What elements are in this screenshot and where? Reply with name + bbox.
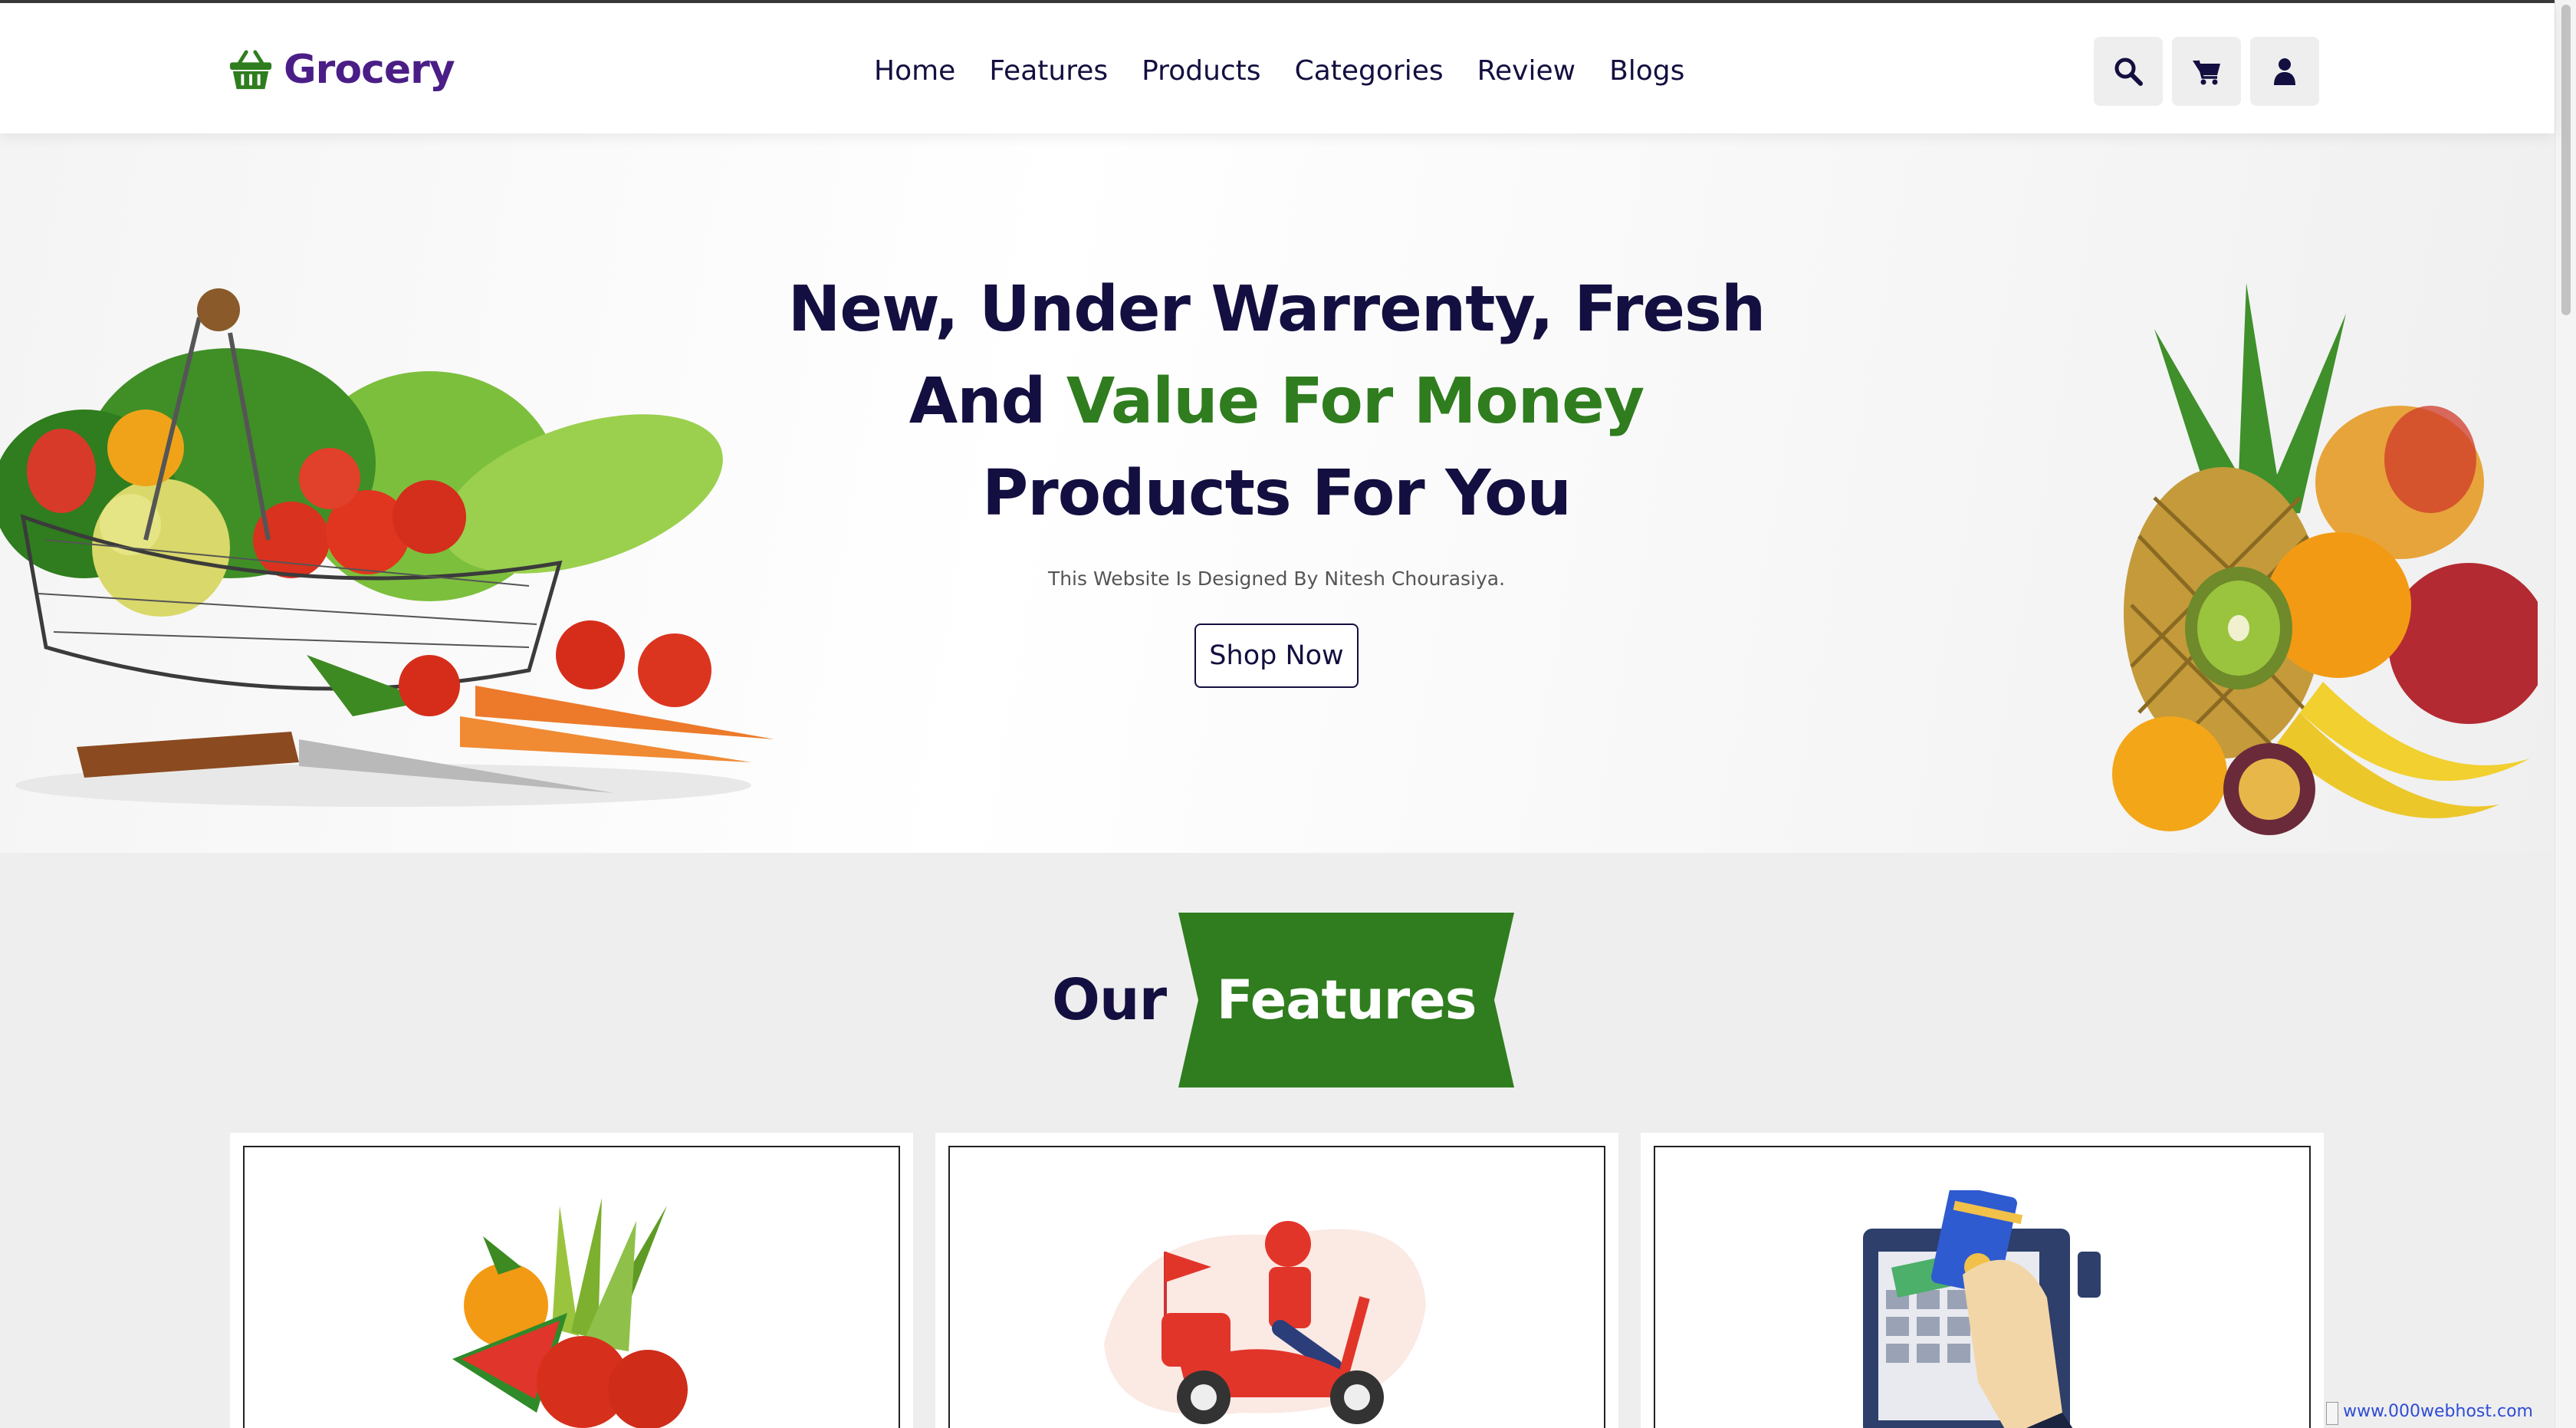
header-icons	[2094, 37, 2319, 106]
features-heading-plain: Our	[1052, 967, 1167, 1033]
hero-subtitle: This Website Is Designed By Nitesh Chour…	[1047, 568, 1506, 590]
search-icon	[2114, 58, 2143, 86]
hero-title-line3: Products For You	[982, 457, 1572, 530]
hero-content: New, Under Warrenty, Fresh And Value For…	[767, 264, 1786, 688]
shop-now-button[interactable]: Shop Now	[1194, 624, 1359, 688]
hero-title-accent: Value For Money	[1066, 365, 1644, 438]
host-watermark-text: www.000webhost.com	[2343, 1402, 2533, 1421]
hero-section: New, Under Warrenty, Fresh And Value For…	[0, 133, 2555, 853]
nav-home[interactable]: Home	[874, 55, 955, 87]
main-nav: Home Features Products Categories Review…	[874, 49, 1684, 92]
broken-image-icon	[2326, 1402, 2339, 1425]
user-icon	[2274, 58, 2295, 85]
shopping-cart-icon	[2193, 60, 2220, 85]
card-payment-illustration	[1863, 1190, 2101, 1428]
nav-categories[interactable]: Categories	[1295, 55, 1444, 87]
nav-features[interactable]: Features	[989, 55, 1108, 87]
fruit-pile-image	[2112, 283, 2538, 835]
hero-title-line1: New, Under Warrenty, Fresh	[787, 273, 1766, 346]
host-watermark[interactable]: www.000webhost.com	[2326, 1402, 2533, 1428]
cart-button[interactable]	[2172, 37, 2241, 106]
features-heading-badge-text: Features	[1216, 969, 1477, 1032]
features-heading-badge: Features	[1178, 913, 1515, 1087]
logo[interactable]: Grocery	[228, 43, 455, 97]
user-button[interactable]	[2250, 37, 2319, 106]
feature-card-fresh	[230, 1133, 913, 1428]
vegetable-basket-image	[0, 288, 774, 807]
scrollbar-thumb[interactable]	[2561, 5, 2571, 315]
nav-review[interactable]: Review	[1477, 55, 1576, 87]
nav-blogs[interactable]: Blogs	[1609, 55, 1684, 87]
nav-products[interactable]: Products	[1142, 55, 1260, 87]
feature-card-delivery	[935, 1133, 1618, 1428]
fresh-produce-illustration	[452, 1198, 688, 1428]
search-button[interactable]	[2094, 37, 2163, 106]
site-header: Grocery Home Features Products Categorie…	[0, 3, 2555, 133]
hero-title: New, Under Warrenty, Fresh And Value For…	[767, 264, 1786, 540]
delivery-scooter-illustration	[1104, 1221, 1426, 1424]
hero-title-line2-prefix: And	[909, 365, 1066, 438]
basket-icon	[229, 50, 272, 90]
logo-text: Grocery	[284, 47, 455, 93]
features-heading: Our Features	[1052, 913, 1515, 1087]
page-scrollbar[interactable]	[2555, 0, 2576, 1428]
feature-card-payment	[1641, 1133, 2324, 1428]
